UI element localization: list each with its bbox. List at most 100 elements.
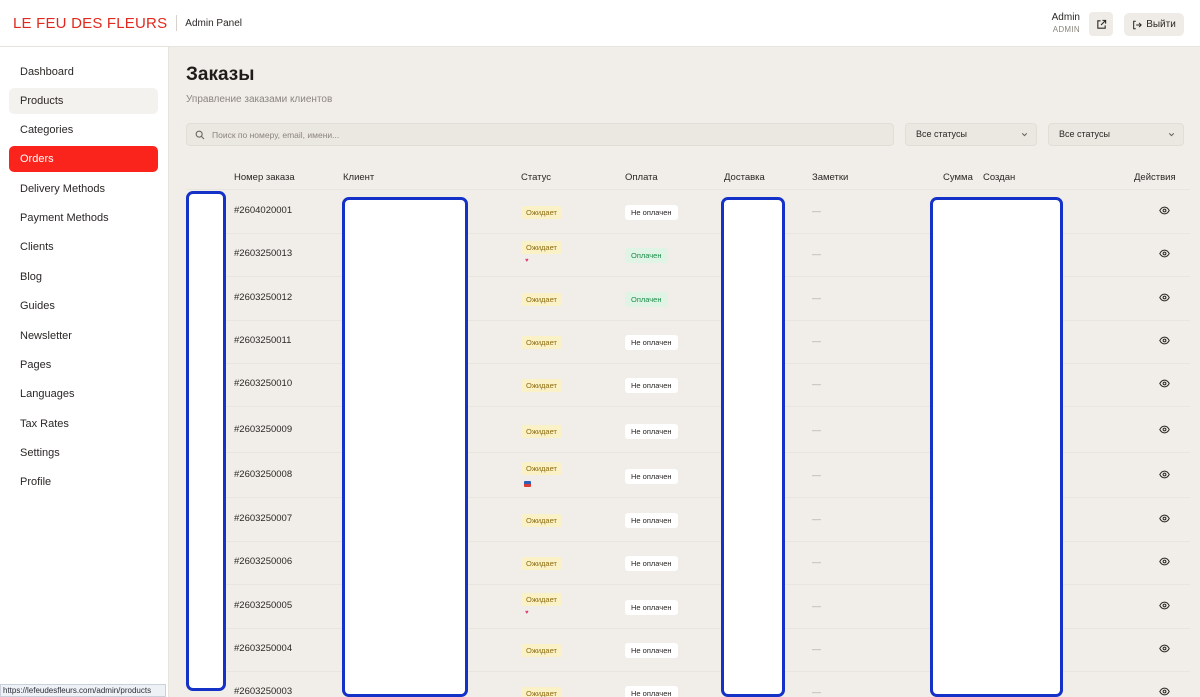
column-header-notes[interactable]: Заметки — [812, 172, 848, 183]
page-subtitle: Управление заказами клиентов — [186, 94, 333, 105]
page-title: Заказы — [186, 64, 255, 85]
search-input[interactable] — [212, 129, 812, 140]
sidebar-item-payment-methods[interactable]: Payment Methods — [9, 205, 158, 231]
notes-cell: — — [812, 379, 821, 389]
eye-icon — [1159, 292, 1170, 303]
order-number[interactable]: #2603250008 — [234, 469, 292, 480]
notes-cell: — — [812, 336, 821, 346]
payment-badge: Не оплачен — [625, 513, 678, 528]
notes-cell: — — [812, 557, 821, 567]
sidebar-item-delivery-methods[interactable]: Delivery Methods — [9, 176, 158, 202]
sidebar-item-languages[interactable]: Languages — [9, 381, 158, 407]
status-badge: Ожидает — [521, 593, 562, 606]
order-number[interactable]: #2603250013 — [234, 248, 292, 259]
view-order-button[interactable] — [1159, 205, 1170, 216]
view-order-button[interactable] — [1159, 424, 1170, 435]
status-badge: Ожидает — [521, 336, 562, 349]
external-link-icon — [1096, 19, 1106, 29]
order-number[interactable]: #2603250012 — [234, 292, 292, 303]
view-order-button[interactable] — [1159, 600, 1170, 611]
payment-badge: Не оплачен — [625, 643, 678, 658]
notes-cell: — — [812, 425, 821, 435]
sidebar-item-profile[interactable]: Profile — [9, 469, 158, 495]
payment-filter-select[interactable]: Все статусы — [1048, 123, 1184, 146]
order-number[interactable]: #2603250009 — [234, 424, 292, 435]
header-divider — [186, 189, 1190, 190]
logout-button[interactable]: Выйти — [1124, 13, 1184, 36]
view-order-button[interactable] — [1159, 248, 1170, 259]
view-order-button[interactable] — [1159, 556, 1170, 567]
panel-label: Admin Panel — [185, 17, 242, 29]
brand-logo[interactable]: LE FEU DES FLEURS — [13, 15, 167, 32]
column-header-actions: Действия — [1134, 172, 1176, 183]
sidebar-item-guides[interactable]: Guides — [9, 293, 158, 319]
order-number[interactable]: #2603250007 — [234, 513, 292, 524]
brand-divider — [176, 15, 178, 31]
sidebar-item-clients[interactable]: Clients — [9, 234, 158, 260]
notes-cell: — — [812, 644, 821, 654]
column-header-payment[interactable]: Оплата — [625, 172, 658, 183]
column-header-status[interactable]: Статус — [521, 172, 551, 183]
payment-badge: Оплачен — [625, 248, 668, 263]
order-number[interactable]: #2603250003 — [234, 686, 292, 697]
eye-icon — [1159, 513, 1170, 524]
logout-icon — [1133, 20, 1143, 29]
payment-badge: Оплачен — [625, 292, 668, 307]
sidebar-item-blog[interactable]: Blog — [9, 264, 158, 290]
status-filter-value: Все статусы — [916, 129, 967, 139]
flag-icon — [524, 481, 531, 487]
view-order-button[interactable] — [1159, 469, 1170, 480]
view-order-button[interactable] — [1159, 643, 1170, 654]
order-number[interactable]: #2603250004 — [234, 643, 292, 654]
order-number[interactable]: #2603250011 — [234, 335, 291, 346]
status-badge: Ожидает — [521, 644, 562, 657]
eye-icon — [1159, 643, 1170, 654]
eye-icon — [1159, 335, 1170, 346]
column-header-created[interactable]: Создан — [983, 172, 1015, 183]
eye-icon — [1159, 686, 1170, 697]
sidebar-item-orders[interactable]: Orders — [9, 146, 158, 172]
search-box[interactable] — [186, 123, 894, 146]
chevron-down-icon — [1020, 124, 1029, 145]
status-badge: Ожидает — [521, 293, 562, 306]
column-header-number[interactable]: Номер заказа — [234, 172, 295, 183]
notes-cell: — — [812, 601, 821, 611]
sidebar-item-pages[interactable]: Pages — [9, 352, 158, 378]
order-number[interactable]: #2603250006 — [234, 556, 292, 567]
open-site-button[interactable] — [1089, 12, 1113, 36]
notes-cell: — — [812, 687, 821, 697]
eye-icon — [1159, 556, 1170, 567]
eye-icon — [1159, 469, 1170, 480]
view-order-button[interactable] — [1159, 292, 1170, 303]
view-order-button[interactable] — [1159, 378, 1170, 389]
payment-badge: Не оплачен — [625, 205, 678, 220]
redaction-box — [721, 197, 785, 697]
view-order-button[interactable] — [1159, 335, 1170, 346]
status-badge: Ожидает — [521, 462, 562, 475]
eye-icon — [1159, 205, 1170, 216]
sidebar-item-tax-rates[interactable]: Tax Rates — [9, 411, 158, 437]
column-header-client[interactable]: Клиент — [343, 172, 374, 183]
notes-cell: — — [812, 514, 821, 524]
sidebar-item-categories[interactable]: Categories — [9, 117, 158, 143]
sidebar-item-products[interactable]: Products — [9, 88, 158, 114]
sidebar-item-newsletter[interactable]: Newsletter — [9, 323, 158, 349]
top-bar: LE FEU DES FLEURS Admin Panel Admin ADMI… — [0, 0, 1200, 47]
eye-icon — [1159, 424, 1170, 435]
order-number[interactable]: #2603250010 — [234, 378, 292, 389]
view-order-button[interactable] — [1159, 686, 1170, 697]
sidebar-item-settings[interactable]: Settings — [9, 440, 158, 466]
view-order-button[interactable] — [1159, 513, 1170, 524]
column-header-sum[interactable]: Сумма — [943, 172, 973, 183]
notes-cell: — — [812, 293, 821, 303]
sidebar-item-dashboard[interactable]: Dashboard — [9, 59, 158, 85]
user-name: Admin — [1051, 12, 1080, 23]
order-number[interactable]: #2604020001 — [234, 205, 292, 216]
eye-icon — [1159, 600, 1170, 611]
order-number[interactable]: #2603250005 — [234, 600, 292, 611]
redaction-box — [342, 197, 468, 697]
status-filter-select[interactable]: Все статусы — [905, 123, 1037, 146]
heart-icon: ♥ — [525, 610, 529, 616]
status-badge: Ожидает — [521, 557, 562, 570]
column-header-delivery[interactable]: Доставка — [724, 172, 765, 183]
